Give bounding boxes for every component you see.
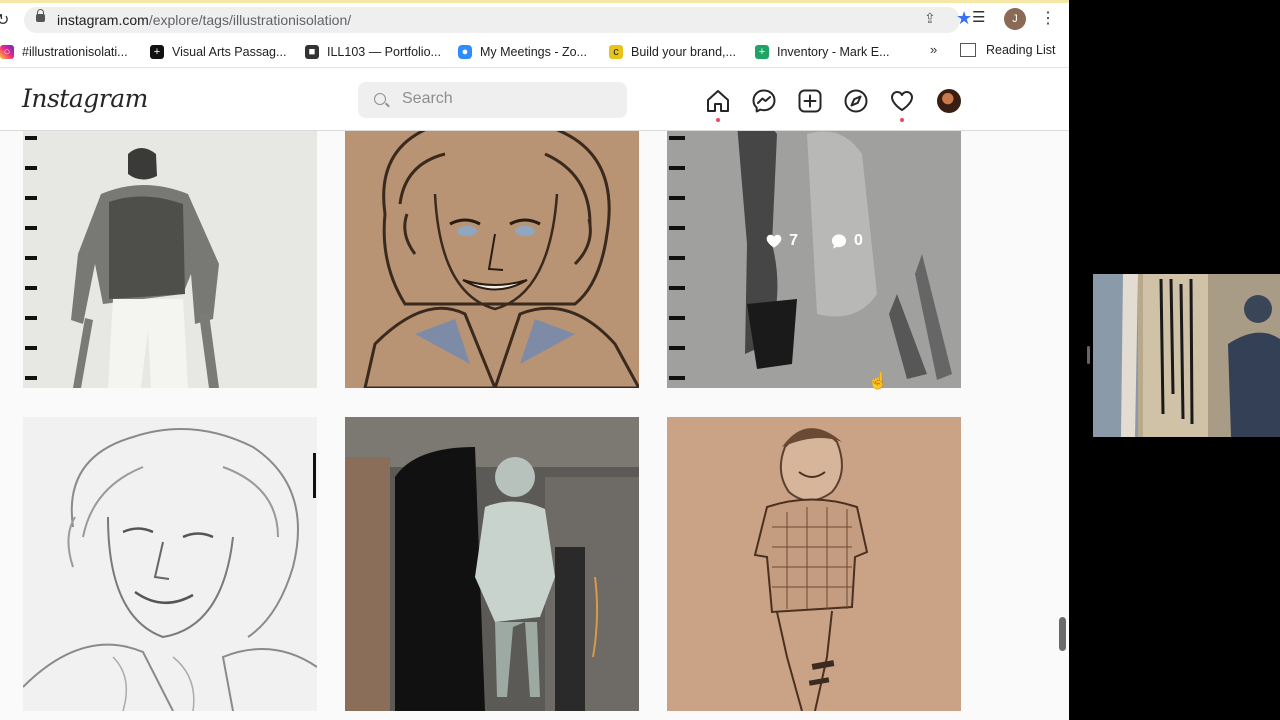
- notification-dot: [716, 118, 720, 122]
- browser-window: ↻ instagram.com/explore/tags/illustratio…: [0, 0, 1069, 720]
- activity-heart-icon: [891, 91, 913, 111]
- browser-profile-avatar[interactable]: J: [1004, 8, 1026, 30]
- browser-toolbar: ↻ instagram.com/explore/tags/illustratio…: [0, 3, 1069, 37]
- comment-filled-icon: [831, 233, 847, 249]
- bookmark-label: Inventory - Mark E...: [777, 45, 890, 59]
- post-tile[interactable]: [23, 417, 317, 711]
- post-image-curly-portrait: [345, 131, 639, 388]
- bookmark-item-illustrationisolation[interactable]: ○ #illustrationisolati...: [0, 43, 128, 61]
- post-tile[interactable]: [667, 417, 961, 711]
- page-scrollbar[interactable]: [1059, 617, 1066, 651]
- bookmark-label: Build your brand,...: [631, 45, 736, 59]
- like-count: 7: [765, 232, 798, 250]
- bookmark-item-ill103[interactable]: ■ ILL103 — Portfolio...: [305, 43, 441, 61]
- media-control-icon[interactable]: ☰: [972, 8, 985, 26]
- bookmark-label: ILL103 — Portfolio...: [327, 45, 441, 59]
- brand-icon: c: [609, 45, 623, 59]
- post-image-ink-figure: [23, 131, 317, 388]
- bookmark-item-brand[interactable]: c Build your brand,...: [609, 43, 736, 61]
- post-tile[interactable]: [345, 131, 639, 388]
- browser-menu-icon[interactable]: ⋮: [1040, 8, 1056, 28]
- comment-count-value: 0: [854, 232, 863, 249]
- search-icon: [374, 93, 386, 105]
- webcam-video: [1093, 274, 1280, 437]
- notification-dot: [900, 118, 904, 122]
- heart-filled-icon: [766, 234, 782, 248]
- share-icon[interactable]: ⇪: [924, 10, 936, 27]
- bookmark-item-zoom[interactable]: ● My Meetings - Zo...: [458, 43, 587, 61]
- zoom-icon: ●: [458, 45, 472, 59]
- address-bar[interactable]: instagram.com/explore/tags/illustrationi…: [24, 7, 972, 33]
- reload-icon[interactable]: ↻: [0, 10, 9, 30]
- bookmark-label: Visual Arts Passag...: [172, 45, 287, 59]
- post-image-child-doorway: [345, 417, 639, 711]
- url-text[interactable]: instagram.com/explore/tags/illustrationi…: [57, 12, 351, 28]
- messenger-icon: [752, 89, 776, 113]
- like-count-value: 7: [789, 232, 798, 249]
- bookmark-star-icon[interactable]: ★: [956, 8, 972, 29]
- url-path: /explore/tags/illustrationisolation/: [148, 12, 352, 28]
- home-icon: [707, 90, 729, 112]
- instagram-logo[interactable]: Instagram: [22, 84, 148, 113]
- reading-list-button[interactable]: Reading List: [960, 43, 1056, 57]
- reading-list-icon: [960, 43, 976, 57]
- post-image-pencil-portrait: [23, 417, 317, 711]
- instagram-header: Instagram: [0, 68, 1069, 131]
- bookmark-item-inventory[interactable]: + Inventory - Mark E...: [755, 43, 890, 61]
- hover-overlay[interactable]: 7 0: [667, 131, 961, 388]
- explore-icon: [844, 89, 868, 113]
- post-tile[interactable]: [345, 417, 639, 711]
- hand-cursor-icon: ☝: [868, 373, 888, 390]
- bookmark-label: #illustrationisolati...: [22, 45, 128, 59]
- post-image-child-pencil: [667, 417, 961, 711]
- nav-activity[interactable]: [889, 88, 915, 122]
- nav-new-post[interactable]: [797, 88, 823, 114]
- more-bookmarks-chevron-icon[interactable]: »: [930, 42, 937, 57]
- video-grip-handle[interactable]: [1087, 346, 1090, 364]
- bookmark-item-visual-arts[interactable]: + Visual Arts Passag...: [150, 43, 286, 61]
- portfolio-icon: ■: [305, 45, 319, 59]
- sheets-plus-icon: +: [755, 45, 769, 59]
- webcam-image: [1093, 274, 1280, 437]
- new-post-icon: [798, 89, 822, 113]
- plus-square-icon: +: [150, 45, 164, 59]
- search-box[interactable]: [358, 82, 627, 118]
- comment-count: 0: [830, 232, 863, 250]
- nav-messenger[interactable]: [751, 88, 777, 114]
- lock-icon[interactable]: [36, 9, 45, 22]
- bookmarks-bar: ○ #illustrationisolati... + Visual Arts …: [0, 37, 1069, 68]
- nav-explore[interactable]: [843, 88, 869, 114]
- url-host: instagram.com: [57, 12, 149, 28]
- post-tile[interactable]: 7 0: [667, 131, 961, 388]
- profile-avatar[interactable]: [937, 89, 961, 113]
- search-input[interactable]: [400, 89, 614, 109]
- nav-home[interactable]: [705, 88, 731, 122]
- reading-list-label: Reading List: [986, 43, 1056, 57]
- instagram-icon: ○: [0, 45, 14, 59]
- post-tile[interactable]: [23, 131, 317, 388]
- post-grid: 7 0: [0, 131, 1069, 720]
- bookmark-label: My Meetings - Zo...: [480, 45, 587, 59]
